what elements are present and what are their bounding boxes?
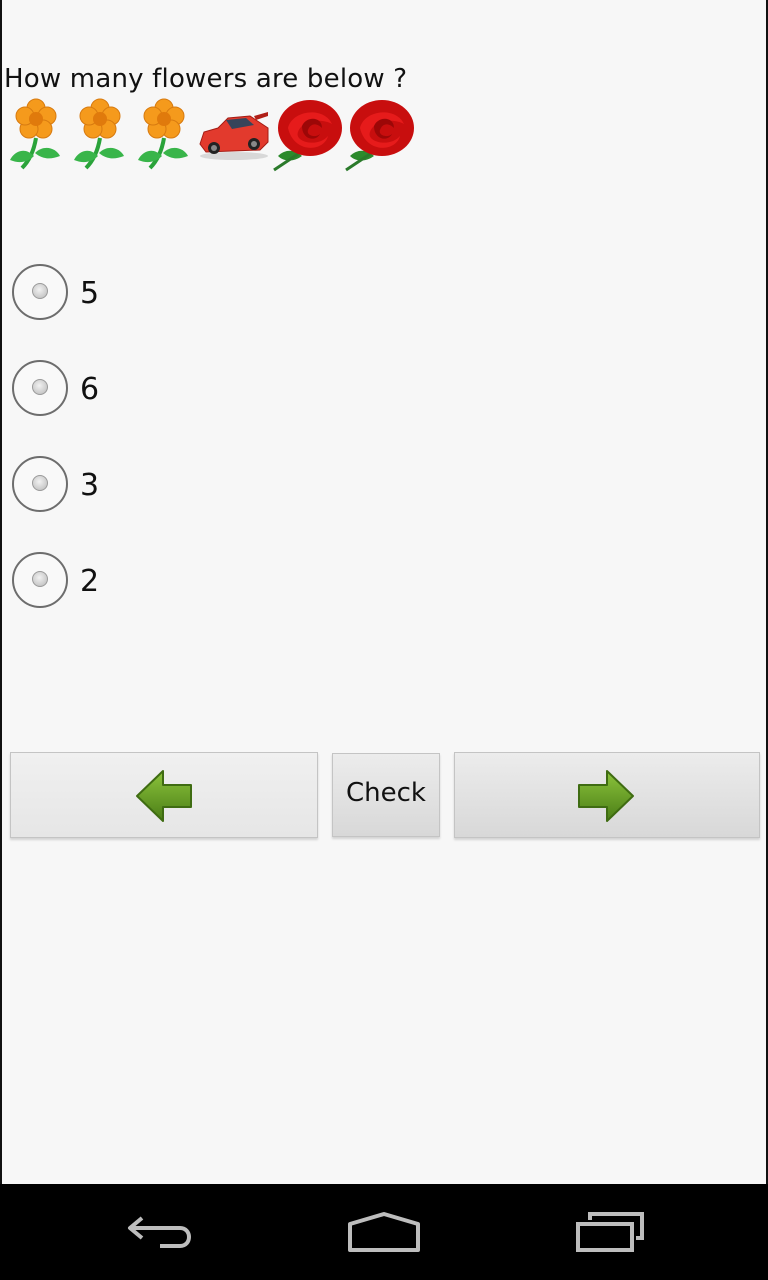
radio-button[interactable] — [12, 360, 68, 416]
option-label: 3 — [80, 468, 100, 503]
option-label: 6 — [80, 372, 100, 407]
check-button[interactable]: Check — [332, 753, 440, 837]
question-text: How many flowers are below ? — [4, 64, 408, 94]
back-icon[interactable] — [122, 1208, 198, 1256]
flower-icon — [74, 98, 124, 170]
answer-option[interactable]: 6 — [12, 360, 312, 420]
left-arrow-icon — [136, 770, 192, 822]
app-screen: How many flowers are below ? 5 6 3 2 Che… — [0, 0, 768, 1184]
flower-icon — [138, 98, 188, 170]
rose-icon — [273, 100, 342, 172]
check-button-label: Check — [346, 778, 426, 808]
radio-button[interactable] — [12, 264, 68, 320]
radio-button[interactable] — [12, 456, 68, 512]
right-arrow-icon — [578, 770, 634, 822]
car-icon — [199, 112, 269, 160]
previous-button[interactable] — [10, 752, 318, 838]
answer-option[interactable]: 3 — [12, 456, 312, 516]
system-navigation-bar — [0, 1184, 768, 1280]
rose-icon — [345, 100, 414, 172]
recent-apps-icon[interactable] — [572, 1208, 652, 1256]
answer-option[interactable]: 2 — [12, 552, 312, 612]
flower-icon — [10, 98, 60, 170]
radio-button[interactable] — [12, 552, 68, 608]
home-icon[interactable] — [344, 1208, 424, 1256]
option-label: 2 — [80, 564, 100, 599]
next-button[interactable] — [454, 752, 760, 838]
option-label: 5 — [80, 276, 100, 311]
answer-option[interactable]: 5 — [12, 264, 312, 324]
